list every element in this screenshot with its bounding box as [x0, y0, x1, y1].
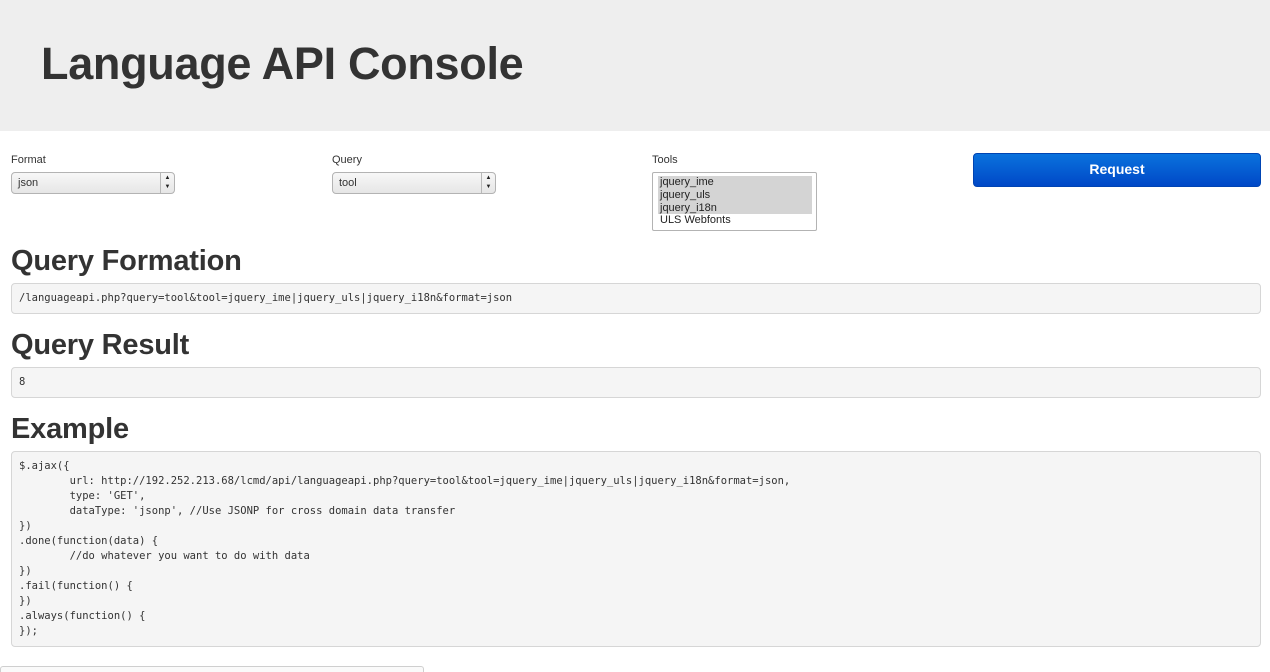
- tools-multiselect[interactable]: jquery_ime jquery_uls jquery_i18n ULS We…: [652, 172, 817, 231]
- format-select-value: json: [18, 177, 39, 189]
- request-button[interactable]: Request: [973, 153, 1261, 187]
- example-code-block: $.ajax({ url: http://192.252.213.68/lcmd…: [11, 451, 1261, 647]
- example-heading: Example: [11, 413, 129, 445]
- tools-option-jquery-i18n[interactable]: jquery_i18n: [658, 201, 812, 215]
- code-line: url: http://192.252.213.68/lcmd/api/lang…: [19, 475, 791, 487]
- code-line: dataType: 'jsonp', //Use JSONP for cross…: [19, 505, 456, 517]
- query-result-heading: Query Result: [11, 329, 190, 361]
- code-line: .done(function(data) {: [19, 535, 159, 547]
- page-header: Language API Console: [0, 0, 1270, 131]
- tools-option-jquery-uls[interactable]: jquery_uls: [658, 188, 812, 202]
- code-line: $.ajax({: [19, 460, 70, 472]
- code-line: .fail(function() {: [19, 580, 133, 592]
- code-line: type: 'GET',: [19, 490, 146, 502]
- query-result-box: 8: [11, 367, 1261, 398]
- code-line: }): [19, 520, 32, 532]
- tools-label: Tools: [652, 154, 678, 166]
- code-line: }): [19, 565, 32, 577]
- code-line: .always(function() {: [19, 610, 146, 622]
- code-line: //do whatever you want to do with data: [19, 550, 310, 562]
- query-select[interactable]: tool ▲ ▼: [332, 172, 496, 194]
- code-line: }): [19, 595, 32, 607]
- up-down-chevron-icon: ▲ ▼: [481, 173, 495, 193]
- page-title: Language API Console: [41, 38, 524, 89]
- up-down-chevron-icon: ▲ ▼: [160, 173, 174, 193]
- format-label: Format: [11, 154, 46, 166]
- code-line: });: [19, 625, 38, 637]
- query-formation-box: /languageapi.php?query=tool&tool=jquery_…: [11, 283, 1261, 314]
- format-select[interactable]: json ▲ ▼: [11, 172, 175, 194]
- tools-option-uls-webfonts[interactable]: ULS Webfonts: [658, 214, 812, 227]
- query-label: Query: [332, 154, 362, 166]
- tools-option-jquery-ime[interactable]: jquery_ime: [658, 176, 812, 189]
- bottom-input-edge: [0, 666, 424, 672]
- query-formation-heading: Query Formation: [11, 245, 242, 277]
- query-select-value: tool: [339, 177, 357, 189]
